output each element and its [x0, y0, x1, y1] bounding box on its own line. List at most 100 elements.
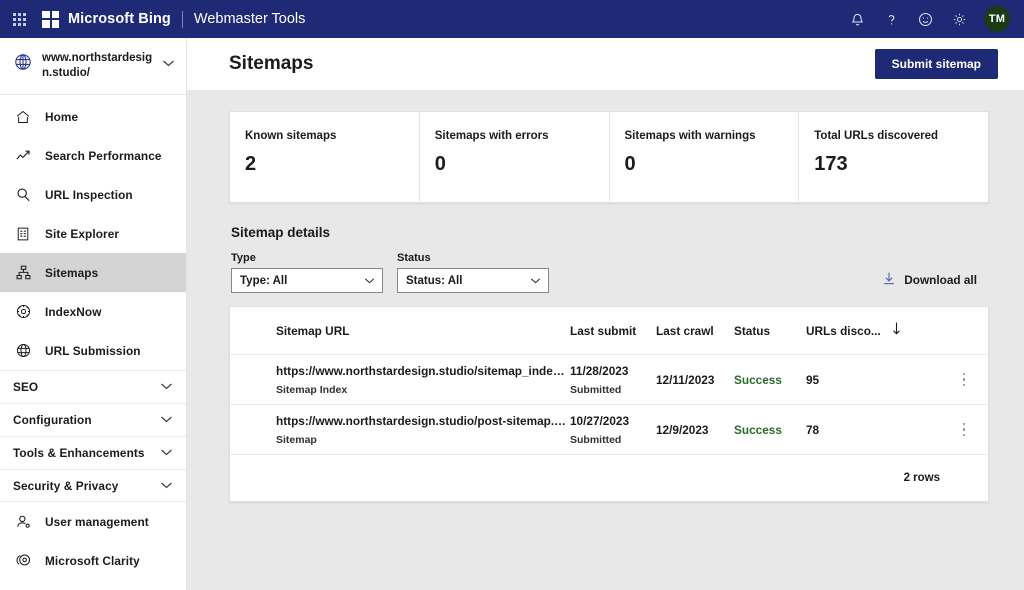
type-filter-label: Type: [231, 252, 256, 264]
sidebar-item-search-performance[interactable]: Search Performance: [0, 136, 186, 175]
sidebar-item-microsoft-clarity[interactable]: Microsoft Clarity: [0, 541, 186, 580]
sidebar-item-indexnow[interactable]: IndexNow: [0, 292, 186, 331]
help-button[interactable]: [874, 0, 908, 38]
download-all-button[interactable]: Download all: [882, 271, 977, 293]
column-header-sitemap-url[interactable]: Sitemap URL: [230, 324, 570, 338]
sidebar-item-url-submission[interactable]: URL Submission: [0, 331, 186, 370]
sidebar-group-label: Tools & Enhancements: [13, 446, 145, 461]
sidebar-item-user-management[interactable]: User management: [0, 502, 186, 541]
column-header-last-crawl[interactable]: Last crawl: [656, 324, 734, 338]
top-navigation-bar: Microsoft Bing Webmaster Tools TM: [0, 0, 1024, 38]
submit-sitemap-button[interactable]: Submit sitemap: [874, 49, 998, 79]
kebab-menu-icon[interactable]: [955, 371, 973, 389]
chevron-down-icon: [160, 411, 173, 429]
sidebar-group-label: Security & Privacy: [13, 478, 119, 493]
cell-status: Success: [734, 423, 806, 437]
summary-stats-panel: Known sitemaps 2 Sitemaps with errors 0 …: [229, 111, 989, 203]
sidebar-item-url-inspection[interactable]: URL Inspection: [0, 175, 186, 214]
page-title: Sitemaps: [229, 53, 314, 74]
type-filter-field: Type Type: All: [231, 252, 383, 293]
column-header-label: URLs disco...: [806, 323, 881, 338]
status-filter-label: Status: [397, 252, 431, 264]
sidebar: www.northstardesign.studio/ Home Search …: [0, 38, 187, 590]
status-filter[interactable]: Status: All: [397, 268, 549, 293]
cell-last-submit: 11/28/2023 Submitted: [570, 364, 656, 396]
stat-label: Total URLs discovered: [814, 130, 939, 142]
globe-grid-icon: [13, 342, 33, 359]
magnifier-icon: [13, 186, 33, 203]
app-launcher-icon[interactable]: [10, 10, 28, 28]
status-filter-field: Status Status: All: [397, 252, 549, 293]
stat-label: Sitemaps with warnings: [624, 130, 756, 142]
submit-state-value: Submitted: [570, 433, 622, 446]
cell-last-crawl: 12/9/2023: [656, 423, 734, 437]
type-filter[interactable]: Type: All: [231, 268, 383, 293]
sidebar-item-label: Microsoft Clarity: [45, 553, 140, 568]
column-header-last-submit[interactable]: Last submit: [570, 324, 656, 338]
sidebar-group-tools-enhancements[interactable]: Tools & Enhancements: [0, 436, 186, 469]
stat-card-sitemaps-with-errors: Sitemaps with errors 0: [420, 112, 610, 202]
last-submit-value: 11/28/2023: [570, 363, 629, 378]
main-content: Sitemaps Submit sitemap Known sitemaps 2…: [187, 38, 1024, 590]
chevron-down-icon[interactable]: [162, 55, 176, 73]
settings-button[interactable]: [942, 0, 976, 38]
sitemap-type-value: Sitemap: [276, 433, 317, 446]
sidebar-item-label: Search Performance: [45, 148, 162, 163]
sort-descending-arrow-icon[interactable]: [891, 321, 902, 341]
feedback-button[interactable]: [908, 0, 942, 38]
table-footer: 2 rows: [230, 455, 988, 501]
content-scroll-area: Known sitemaps 2 Sitemaps with errors 0 …: [187, 91, 1024, 590]
chevron-down-icon: [530, 277, 541, 285]
filter-bar: Type Type: All Status Status: All Downlo…: [229, 252, 989, 293]
stat-card-sitemaps-with-warnings: Sitemaps with warnings 0: [610, 112, 800, 202]
column-header-status[interactable]: Status: [734, 324, 806, 338]
site-selector[interactable]: www.northstardesign.studio/: [0, 38, 186, 96]
trend-line-icon: [13, 147, 33, 164]
topbar-actions: TM: [840, 0, 1010, 38]
stat-card-known-sitemaps: Known sitemaps 2: [230, 112, 420, 202]
row-count-label: 2 rows: [903, 472, 940, 484]
cell-last-crawl: 12/11/2023: [656, 373, 734, 387]
sidebar-item-label: Home: [45, 109, 79, 124]
sidebar-item-sitemaps[interactable]: Sitemaps: [0, 253, 186, 293]
table-header-row: Sitemap URL Last submit Last crawl Statu…: [230, 307, 988, 355]
brand-divider: [181, 10, 183, 28]
stat-value: 173: [814, 153, 848, 175]
sidebar-group-label: SEO: [13, 380, 39, 395]
table-row[interactable]: https://www.northstardesign.studio/post-…: [230, 405, 988, 455]
sidebar-item-label: IndexNow: [45, 304, 102, 319]
user-settings-icon: [13, 513, 33, 530]
chevron-down-icon: [160, 378, 173, 396]
sidebar-group-label: Configuration: [13, 413, 92, 428]
sidebar-group-configuration[interactable]: Configuration: [0, 403, 186, 436]
kebab-menu-icon[interactable]: [955, 421, 973, 439]
product-name: Webmaster Tools: [193, 11, 306, 27]
submit-state-value: Submitted: [570, 383, 622, 396]
avatar[interactable]: TM: [984, 6, 1010, 32]
cell-status: Success: [734, 373, 806, 387]
sitemap-url-value[interactable]: https://www.northstardesign.studio/sitem…: [276, 364, 570, 378]
status-filter-value: Status: All: [406, 274, 463, 287]
notifications-button[interactable]: [840, 0, 874, 38]
stat-label: Known sitemaps: [245, 130, 337, 142]
table-row[interactable]: https://www.northstardesign.studio/sitem…: [230, 355, 988, 405]
sidebar-item-label: URL Submission: [45, 343, 141, 358]
cell-urls-discovered: 95: [806, 373, 944, 387]
sidebar-group-security-privacy[interactable]: Security & Privacy: [0, 469, 186, 503]
app-shell: www.northstardesign.studio/ Home Search …: [0, 38, 1024, 590]
cell-sitemap-url: https://www.northstardesign.studio/sitem…: [230, 364, 570, 396]
chevron-down-icon: [160, 477, 173, 495]
sidebar-item-site-explorer[interactable]: Site Explorer: [0, 214, 186, 253]
sitemap-url-value[interactable]: https://www.northstardesign.studio/post-…: [276, 414, 570, 428]
page-header: Sitemaps Submit sitemap: [187, 38, 1024, 91]
sidebar-item-home[interactable]: Home: [0, 97, 186, 136]
urls-discovered-value: 78: [806, 422, 820, 437]
sidebar-item-label: URL Inspection: [45, 187, 133, 202]
cell-last-submit: 10/27/2023 Submitted: [570, 414, 656, 446]
cell-sitemap-url: https://www.northstardesign.studio/post-…: [230, 414, 570, 446]
column-header-urls-discovered[interactable]: URLs disco...: [806, 321, 944, 341]
brand-name: Microsoft Bing: [68, 11, 171, 27]
sidebar-group-seo[interactable]: SEO: [0, 370, 186, 403]
chevron-down-icon: [364, 277, 375, 285]
download-icon: [882, 271, 896, 289]
